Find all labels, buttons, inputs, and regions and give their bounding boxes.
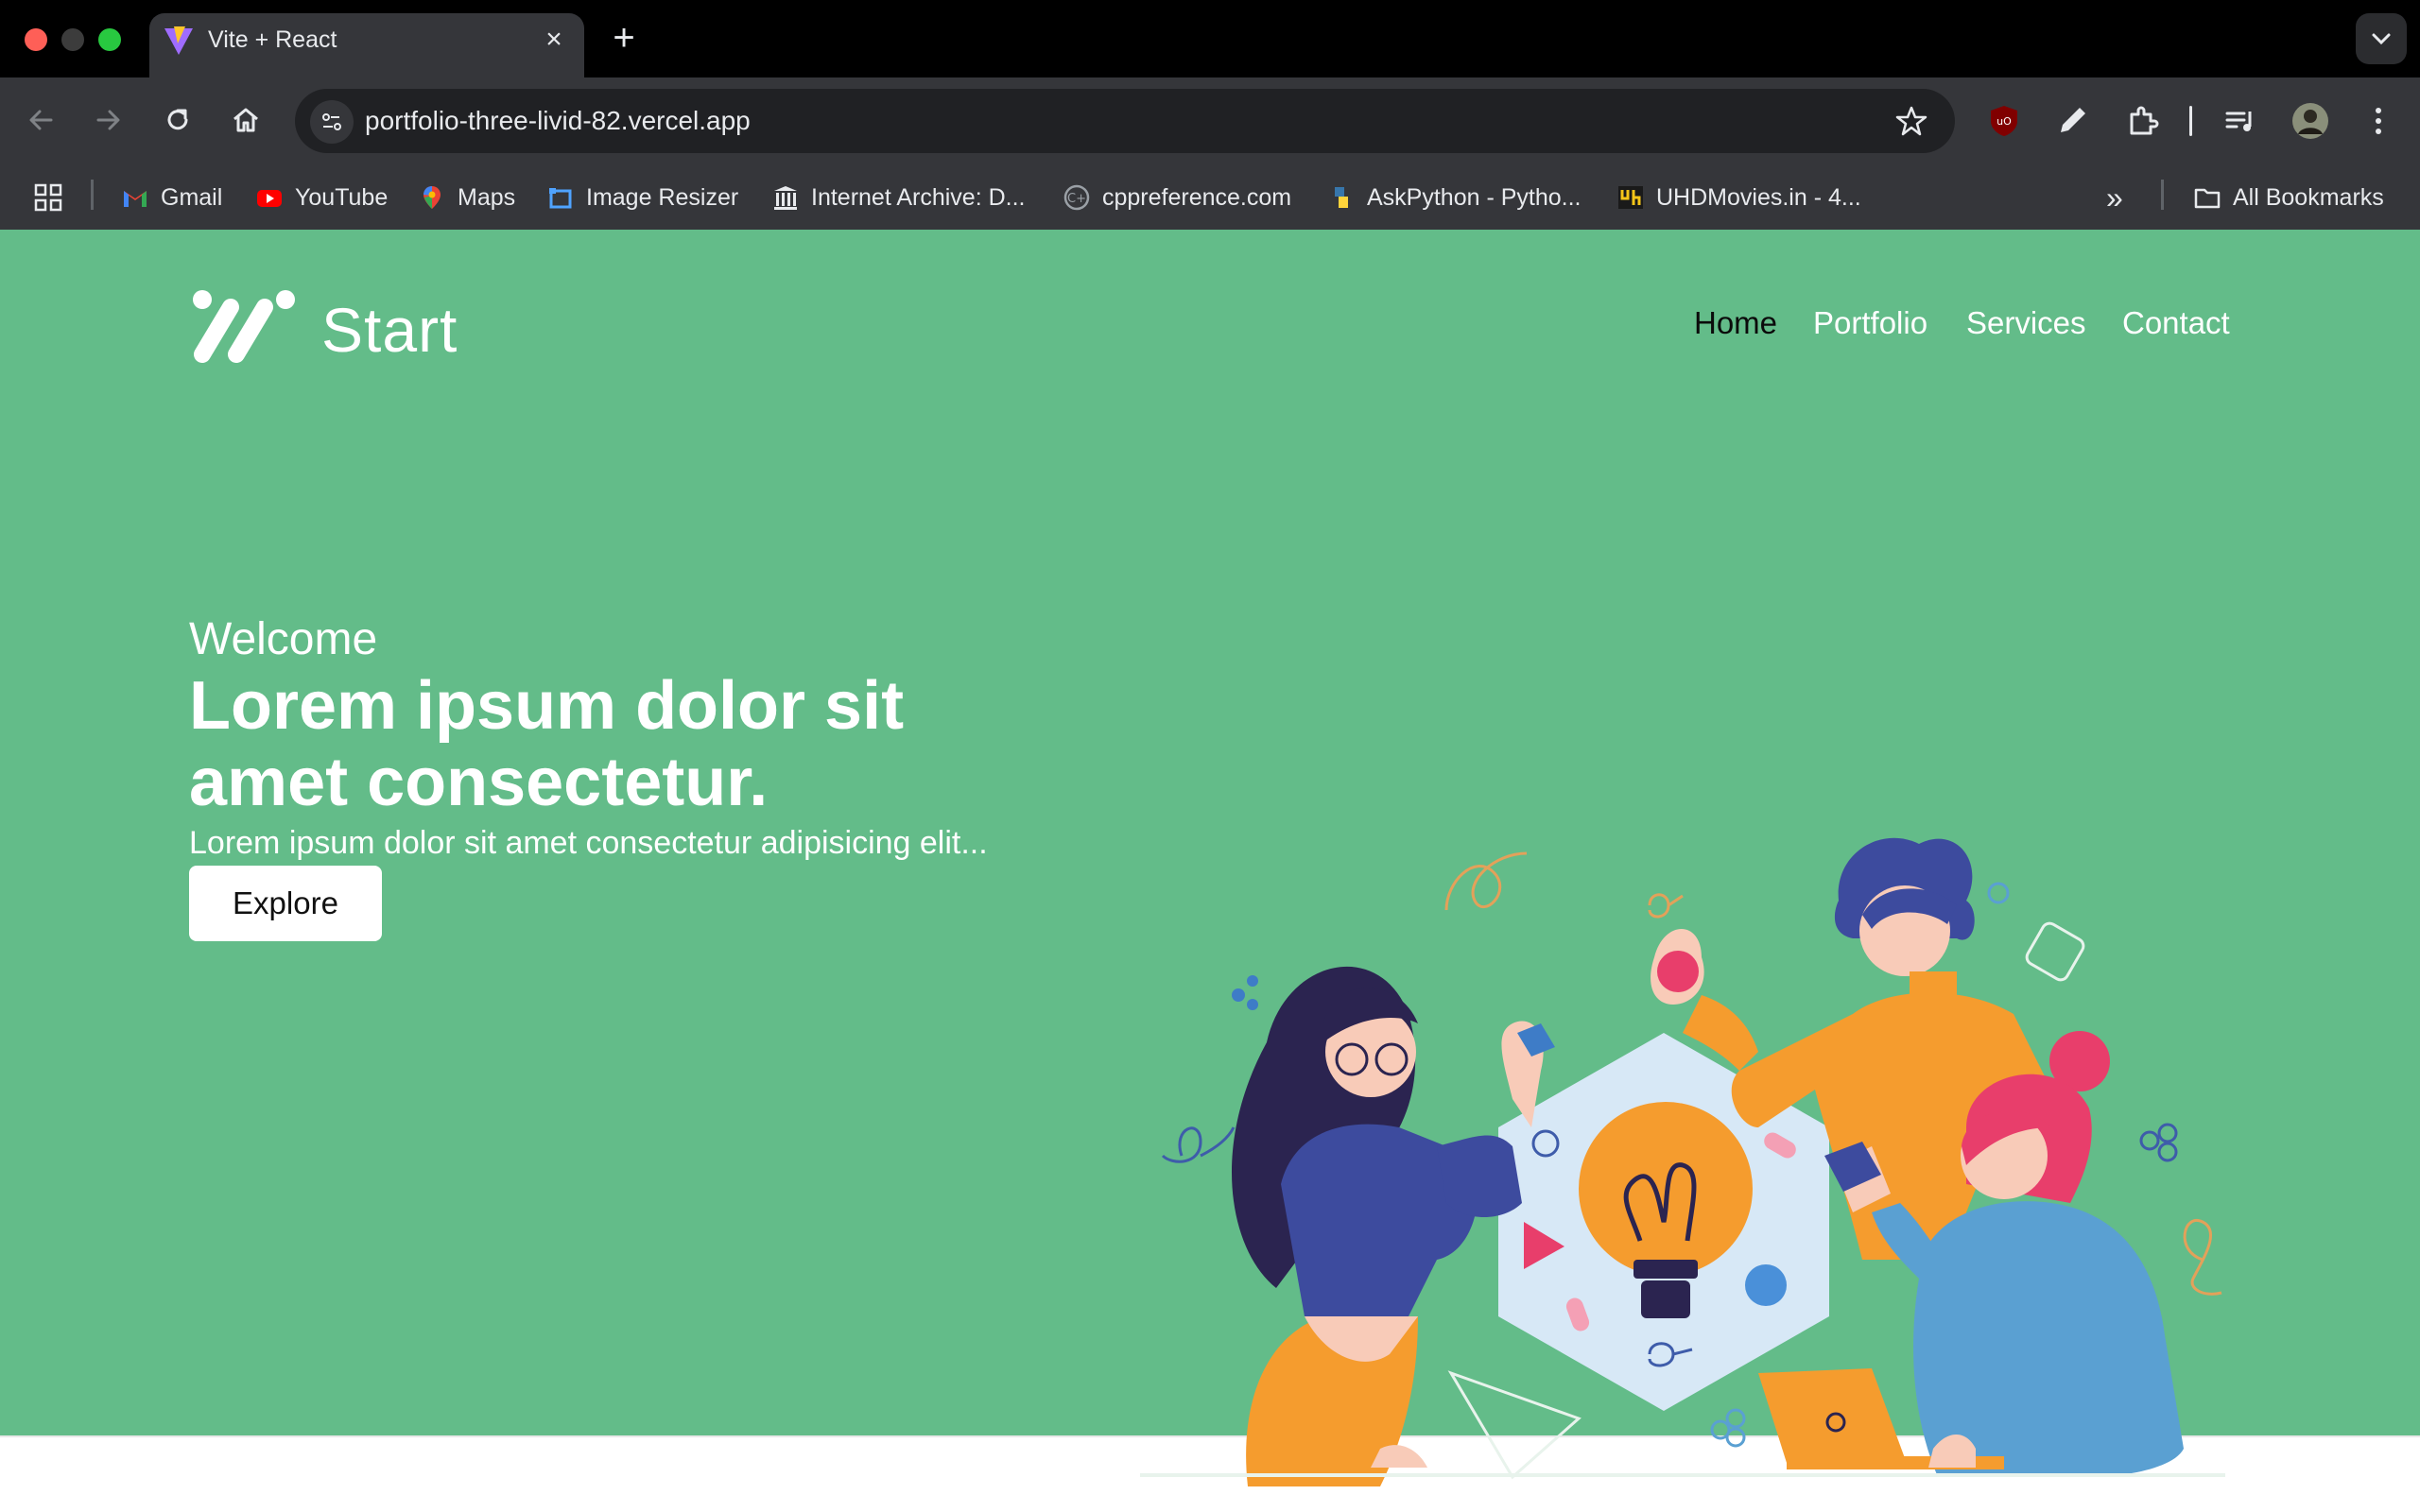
bookmark-star-icon[interactable] [1893,102,1930,140]
svg-text:uO: uO [1996,115,2012,128]
doodle-dot [1232,988,1245,1002]
youtube-icon [257,190,282,207]
apps-grid-icon[interactable] [32,181,64,214]
bookmark-label: Image Resizer [586,183,739,211]
new-tab-button[interactable]: + [605,17,643,59]
brand-name: Start [321,295,458,365]
doodle-ring [2139,1130,2160,1151]
image-resizer-icon [549,188,572,209]
hero-headline: Lorem ipsum dolor sit amet consectetur. [189,668,905,820]
tab-search-button[interactable] [2356,13,2407,64]
forward-icon[interactable] [87,99,129,141]
doodle-ring [2157,1123,2178,1143]
ball-shape [1657,951,1699,992]
extensions-icon[interactable] [2121,100,2163,142]
doodle-triangle [1447,1370,1582,1480]
nav-link-portfolio[interactable]: Portfolio [1813,305,1927,341]
doodle-dot [1247,999,1258,1010]
doodle-ring [1725,1427,1746,1448]
tab-close-button[interactable]: × [537,23,571,57]
bookmarks-divider [2161,180,2164,210]
bulb-base [1634,1260,1698,1279]
doodle-ring [1987,882,2010,904]
bookmark-label: Internet Archive: D... [811,183,1026,211]
doodle-dot [1247,975,1258,987]
bookmarks-divider [91,180,94,210]
doodle-swirl [2183,1218,2222,1296]
bookmark-label: Maps [458,183,516,211]
bulb-base [1641,1280,1690,1318]
all-bookmarks-button[interactable]: All Bookmarks [2193,180,2384,215]
tab-title: Vite + React [208,26,337,53]
doodle-square [2025,921,2085,982]
doodle-swirl [1161,1126,1236,1163]
reload-icon[interactable] [157,99,199,141]
media-controls-icon[interactable] [2220,100,2261,142]
doodle-swirl [1444,851,1528,911]
bookmark-maps[interactable]: Maps [418,180,515,215]
bookmarks-overflow-button[interactable]: » [2106,180,2123,215]
bookmark-gmail[interactable]: Gmail [121,180,222,215]
uhdmovies-icon [1618,186,1643,209]
browser-chrome: Vite + React × + portfolio-three-livid-8… [0,0,2420,230]
back-icon[interactable] [21,99,62,141]
doodle-swirl [1648,893,1684,919]
internet-archive-icon [774,186,797,210]
doodle-ring [2157,1142,2178,1162]
folder-icon [2194,188,2221,209]
bookmark-cppreference[interactable]: C+ cppreference.com [1063,180,1291,215]
svg-text:C+: C+ [1067,192,1086,206]
profile-avatar[interactable] [2290,100,2331,142]
close-window-button[interactable] [25,28,47,51]
home-icon[interactable] [225,99,267,141]
cppreference-icon: C+ [1063,184,1090,211]
explore-button[interactable]: Explore [189,866,382,941]
bookmark-internet-archive[interactable]: Internet Archive: D... [771,180,1026,215]
hero-section: Start Home Portfolio Services Contact We… [0,230,2420,1486]
tab-strip: Vite + React × + [0,0,2420,77]
address-bar[interactable]: portfolio-three-livid-82.vercel.app [295,89,1955,153]
bookmark-image-resizer[interactable]: Image Resizer [546,180,738,215]
site-info-button[interactable] [310,100,354,144]
bookmark-label: AskPython - Pytho... [1367,183,1582,211]
hero-subline: Lorem ipsum dolor sit amet consectetur a… [189,825,988,861]
nav-link-contact[interactable]: Contact [2122,305,2230,341]
person-arm [1437,1135,1522,1217]
color-picker-icon[interactable] [2051,100,2093,142]
bookmark-askpython[interactable]: AskPython - Pytho... [1327,180,1582,215]
menu-icon[interactable] [2358,100,2399,142]
vite-icon [164,26,193,55]
maps-icon [424,186,441,209]
bookmark-youtube[interactable]: YouTube [255,180,388,215]
doodle-ring [1725,1408,1746,1429]
nav-link-services[interactable]: Services [1966,305,2086,341]
hero-welcome: Welcome [189,614,378,664]
nav-link-home[interactable]: Home [1694,305,1777,341]
all-bookmarks-label: All Bookmarks [2233,183,2384,211]
gmail-icon [124,191,147,207]
site-info-icon [322,113,341,130]
tab-active[interactable]: Vite + React × [149,13,584,77]
maximize-window-button[interactable] [98,28,121,51]
page-viewport: Start Home Portfolio Services Contact We… [0,230,2420,1512]
askpython-icon [1335,187,1348,208]
bookmark-label: UHDMovies.in - 4... [1656,183,1861,211]
ublock-icon[interactable]: uO [1983,100,2025,142]
bookmark-label: YouTube [295,183,389,211]
logo-icon [193,290,295,363]
minimize-window-button[interactable] [61,28,84,51]
bookmark-uhdmovies[interactable]: UHDMovies.in - 4... [1616,180,1861,215]
chevron-down-icon [2372,33,2391,45]
toolbar-divider [2189,106,2192,136]
blue-dot [1745,1264,1787,1306]
brand-logo[interactable]: Start [189,286,457,366]
bookmark-label: cppreference.com [1102,183,1292,211]
url-text[interactable]: portfolio-three-livid-82.vercel.app [365,106,751,136]
bookmark-label: Gmail [161,183,223,211]
hero-illustration [1140,837,2225,1486]
